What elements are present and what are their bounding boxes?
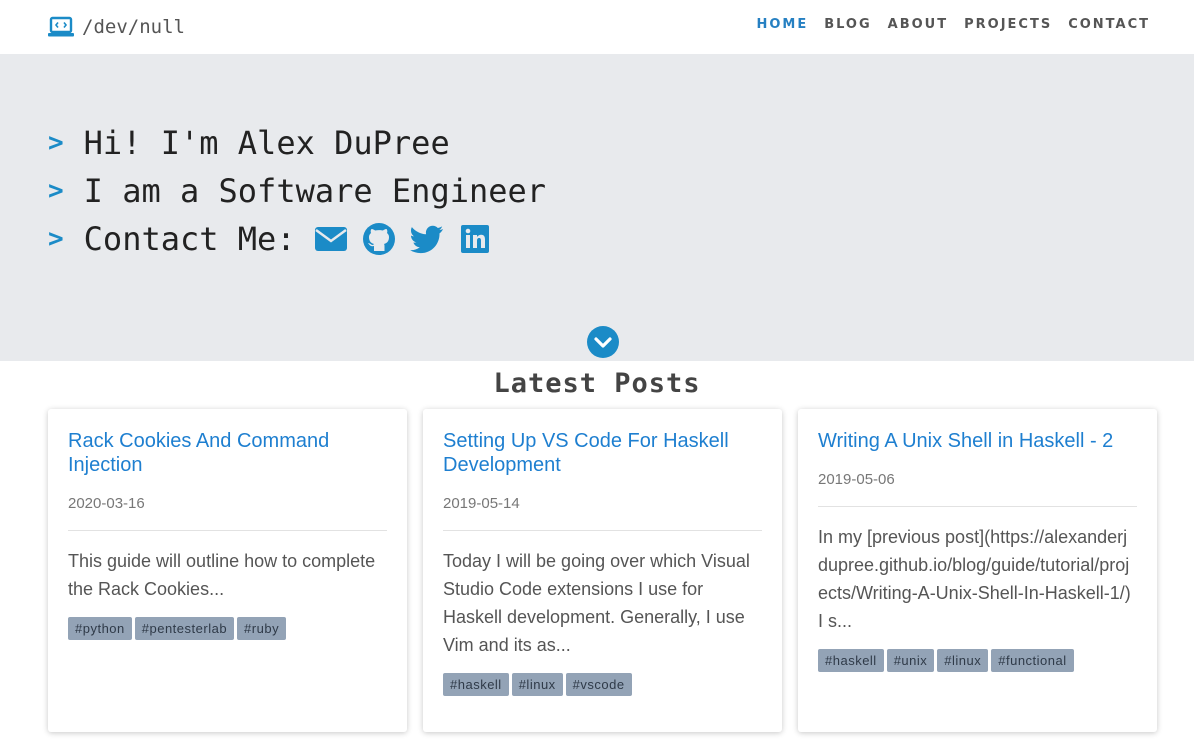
post-title-link[interactable]: Rack Cookies And Command Injection [68,429,387,477]
tag-vscode[interactable]: #vscode [565,673,632,696]
tag-python[interactable]: #python [68,617,132,640]
tag-haskell[interactable]: #haskell [818,649,884,672]
github-icon[interactable] [362,222,396,256]
tag-haskell[interactable]: #haskell [443,673,509,696]
post-title-link[interactable]: Writing A Unix Shell in Haskell - 2 [818,429,1137,453]
hero-line-2: I am a Software Engineer [83,172,547,210]
card-divider [818,506,1137,507]
nav-contact[interactable]: CONTACT [1068,17,1150,32]
twitter-icon[interactable] [409,222,444,256]
tag-linux[interactable]: #linux [937,649,989,672]
card-divider [443,530,762,531]
prompt-symbol: > [48,176,64,206]
tag-linux[interactable]: #linux [511,673,563,696]
post-excerpt: In my [previous post](https://alexanderj… [818,527,1131,631]
latest-posts-heading: Latest Posts [493,368,701,399]
nav-home[interactable]: HOME [756,17,808,32]
hero-line-3: Contact Me: [83,220,296,258]
post-date: 2020-03-16 [68,495,145,512]
envelope-icon[interactable] [314,222,348,256]
nav-about[interactable]: ABOUT [888,17,948,32]
post-excerpt: Today I will be going over which Visual … [443,551,750,655]
contact-icons [314,222,506,256]
linkedin-icon[interactable] [458,222,492,256]
tag-pentesterlab[interactable]: #pentesterlab [134,617,235,640]
nav-blog[interactable]: BLOG [824,17,871,32]
post-card: Rack Cookies And Command Injection 2020-… [48,409,407,732]
nav-projects[interactable]: PROJECTS [964,17,1052,32]
nav-menu: HOME BLOG ABOUT PROJECTS CONTACT [740,17,1150,32]
post-date: 2019-05-14 [443,495,520,512]
post-title-link[interactable]: Setting Up VS Code For Haskell Developme… [443,429,762,477]
tag-ruby[interactable]: #ruby [237,617,287,640]
post-tags: #haskell #linux #vscode [443,673,762,696]
navbar: /dev/null HOME BLOG ABOUT PROJECTS CONTA… [0,0,1194,54]
post-card: Writing A Unix Shell in Haskell - 2 2019… [798,409,1157,732]
tag-functional[interactable]: #functional [991,649,1074,672]
hero-section: > Hi! I'm Alex DuPree > I am a Software … [0,54,1194,361]
post-tags: #python #pentesterlab #ruby [68,617,387,640]
hero-role: > I am a Software Engineer [48,169,546,213]
post-date: 2019-05-06 [818,471,895,488]
prompt-symbol: > [48,224,64,254]
card-divider [68,530,387,531]
hero-contact: > Contact Me: [48,217,506,261]
prompt-symbol: > [48,128,64,158]
hero-line-1: Hi! I'm Alex DuPree [83,124,450,162]
laptop-code-icon [48,16,74,37]
tag-unix[interactable]: #unix [886,649,935,672]
brand-text: /dev/null [82,16,185,38]
brand-link[interactable]: /dev/null [48,14,185,40]
scroll-down-icon[interactable] [587,326,619,358]
post-tags: #haskell #unix #linux #functional [818,649,1137,672]
post-card: Setting Up VS Code For Haskell Developme… [423,409,782,732]
hero-greeting: > Hi! I'm Alex DuPree [48,121,450,165]
post-excerpt: This guide will outline how to complete … [68,551,376,599]
